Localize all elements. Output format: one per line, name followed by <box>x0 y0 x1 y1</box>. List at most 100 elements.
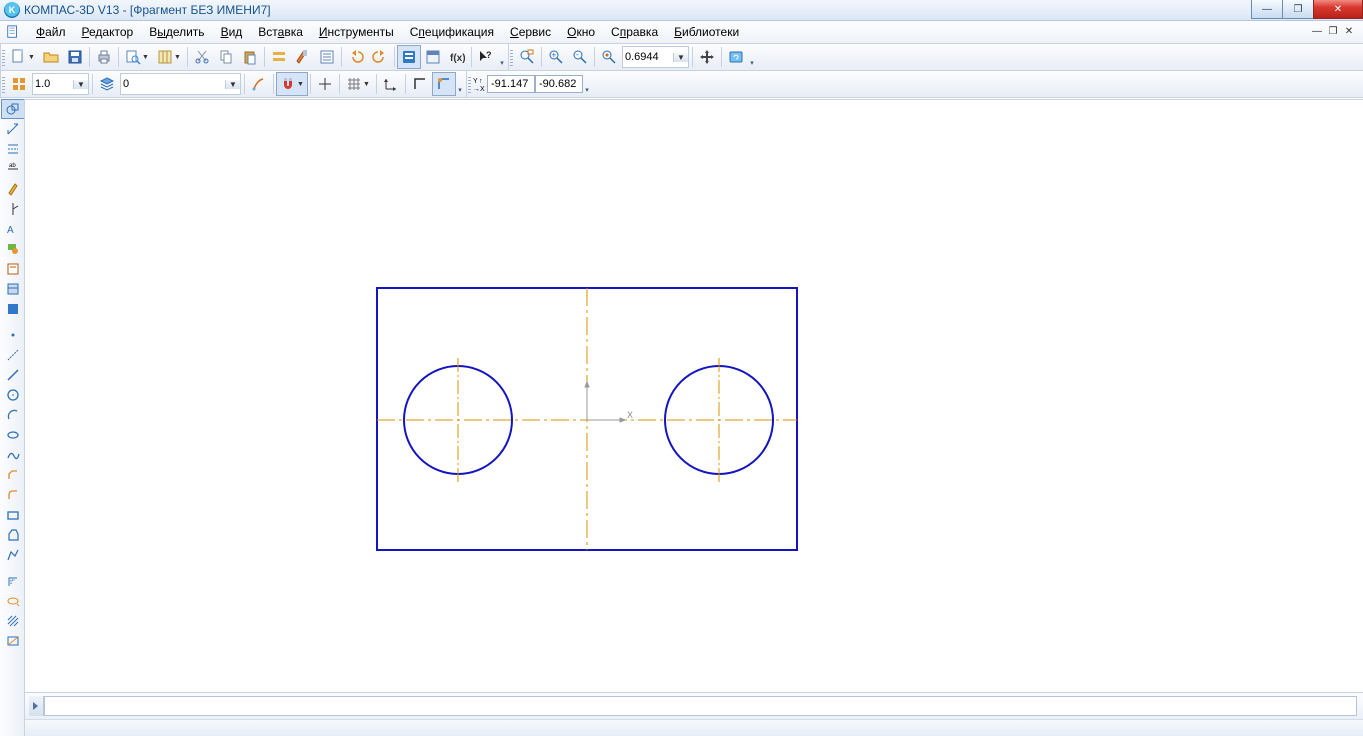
side-report-button[interactable] <box>1 279 25 299</box>
linewidth-dropdown-button[interactable]: ▼ <box>73 80 88 89</box>
refresh-button[interactable] <box>724 45 748 69</box>
snap-magnet-button[interactable]: ▼ <box>276 72 308 96</box>
mdi-minimize-button[interactable]: — <box>1309 24 1325 38</box>
menu-tools[interactable]: Инструменты <box>311 23 402 41</box>
mdi-close-button[interactable]: ✕ <box>1341 24 1357 38</box>
pan-button[interactable] <box>695 45 719 69</box>
save-button[interactable] <box>63 45 87 69</box>
tool-equi-button[interactable] <box>1 571 25 591</box>
round-button[interactable] <box>432 72 456 96</box>
ortho-all-button[interactable] <box>313 72 337 96</box>
layer-dropdown-button[interactable]: ▼ <box>225 80 240 89</box>
window-minimize-button[interactable]: — <box>1251 0 1283 19</box>
undo-button[interactable] <box>344 45 368 69</box>
new-document-button[interactable]: ▼ <box>7 45 39 69</box>
menu-view[interactable]: Вид <box>213 23 251 41</box>
side-spec-button[interactable] <box>1 259 25 279</box>
toolbar-overflow-4[interactable]: ▾ <box>583 72 591 96</box>
tool-ellipse-button[interactable] <box>1 425 25 445</box>
panel-toggle-button[interactable] <box>29 696 44 716</box>
menu-spec[interactable]: Спецификация <box>402 23 502 41</box>
style-button[interactable] <box>247 72 271 96</box>
properties-button[interactable] <box>267 45 291 69</box>
menu-insert[interactable]: Вставка <box>250 23 311 41</box>
zoom-combo[interactable]: ▼ <box>622 46 689 68</box>
current-state-button[interactable] <box>7 72 31 96</box>
variables-panel-button[interactable] <box>421 45 445 69</box>
tool-circle-button[interactable] <box>1 385 25 405</box>
side-symbols-button[interactable] <box>1 139 25 159</box>
preview-button[interactable]: ▼ <box>121 45 153 69</box>
menu-help[interactable]: Справка <box>603 23 666 41</box>
toolbar-overflow-2[interactable]: ▾ <box>748 45 756 69</box>
side-text-button[interactable]: ab <box>1 159 25 179</box>
window-maximize-button[interactable]: ❐ <box>1282 0 1314 19</box>
side-measure-button[interactable]: A <box>1 219 25 239</box>
grid-button[interactable]: ▼ <box>342 72 374 96</box>
side-select-button[interactable] <box>1 239 25 259</box>
menu-window[interactable]: Окно <box>559 23 603 41</box>
command-row <box>25 692 1363 719</box>
layer-input[interactable] <box>121 76 225 92</box>
tool-auxline-button[interactable] <box>1 345 25 365</box>
redo-button[interactable] <box>368 45 392 69</box>
zoom-selected-button[interactable] <box>597 45 621 69</box>
zoom-box-button[interactable] <box>515 45 539 69</box>
zoom-dropdown-button[interactable]: ▼ <box>673 53 688 62</box>
tool-arc-button[interactable] <box>1 405 25 425</box>
mdi-maximize-button[interactable]: ❐ <box>1325 24 1341 38</box>
side-view-button[interactable] <box>1 299 25 319</box>
menu-file[interactable]: Файл <box>28 23 74 41</box>
menu-service[interactable]: Сервис <box>502 23 559 41</box>
tool-contour-button[interactable] <box>1 545 25 565</box>
mdi-controls: — ❐ ✕ <box>1309 24 1357 38</box>
workspace: X <box>25 99 1363 736</box>
paste-button[interactable] <box>238 45 262 69</box>
command-input[interactable] <box>44 696 1357 716</box>
cut-button[interactable] <box>190 45 214 69</box>
side-geometry-button[interactable] <box>1 99 25 119</box>
toolbar-overflow-1[interactable]: ▾ <box>498 45 506 69</box>
tool-hatch-button[interactable] <box>1 611 25 631</box>
coord-x-input[interactable] <box>487 75 535 93</box>
open-button[interactable] <box>39 45 63 69</box>
tool-line-button[interactable] <box>1 365 25 385</box>
side-edit-button[interactable] <box>1 179 25 199</box>
tool-chamfer-button[interactable] <box>1 465 25 485</box>
zoom-out-button[interactable]: - <box>568 45 592 69</box>
toolbar-overflow-3[interactable]: ▾ <box>456 72 464 96</box>
copy-button[interactable] <box>214 45 238 69</box>
library-button[interactable]: ▼ <box>153 45 185 69</box>
layer-combo[interactable]: ▼ <box>120 73 241 95</box>
linewidth-combo[interactable]: ▼ <box>32 73 89 95</box>
zoom-value-input[interactable] <box>623 49 673 65</box>
local-cs-button[interactable] <box>379 72 403 96</box>
manager-button[interactable] <box>397 45 421 69</box>
drawing-canvas[interactable]: X <box>25 99 1363 692</box>
help-cursor-button[interactable]: ? <box>474 45 498 69</box>
side-dimensions-button[interactable] <box>1 119 25 139</box>
side-param-button[interactable] <box>1 199 25 219</box>
list-button[interactable] <box>315 45 339 69</box>
tool-gather-button[interactable] <box>1 631 25 651</box>
zoom-in-button[interactable]: + <box>544 45 568 69</box>
menu-editor[interactable]: Редактор <box>74 23 142 41</box>
linewidth-input[interactable] <box>33 76 73 92</box>
copy-props-button[interactable] <box>291 45 315 69</box>
tool-copy-curve-button[interactable] <box>1 591 25 611</box>
menu-select[interactable]: Выделить <box>141 23 212 41</box>
tool-spline-button[interactable] <box>1 445 25 465</box>
ortho-button[interactable] <box>408 72 432 96</box>
coord-y-input[interactable] <box>535 75 583 93</box>
fx-button[interactable]: f(x) <box>445 45 469 69</box>
tool-fillet-button[interactable] <box>1 485 25 505</box>
print-button[interactable] <box>92 45 116 69</box>
tool-rect-button[interactable] <box>1 505 25 525</box>
tool-polygon-button[interactable] <box>1 525 25 545</box>
layers-icon[interactable] <box>95 72 119 96</box>
tool-point-button[interactable] <box>1 325 25 345</box>
window-close-button[interactable]: ✕ <box>1313 0 1363 19</box>
menu-libs[interactable]: Библиотеки <box>666 23 747 41</box>
mdi-document-icon[interactable] <box>4 23 22 41</box>
toolbar-file: ▼ ▼ ▼ <box>0 44 508 70</box>
